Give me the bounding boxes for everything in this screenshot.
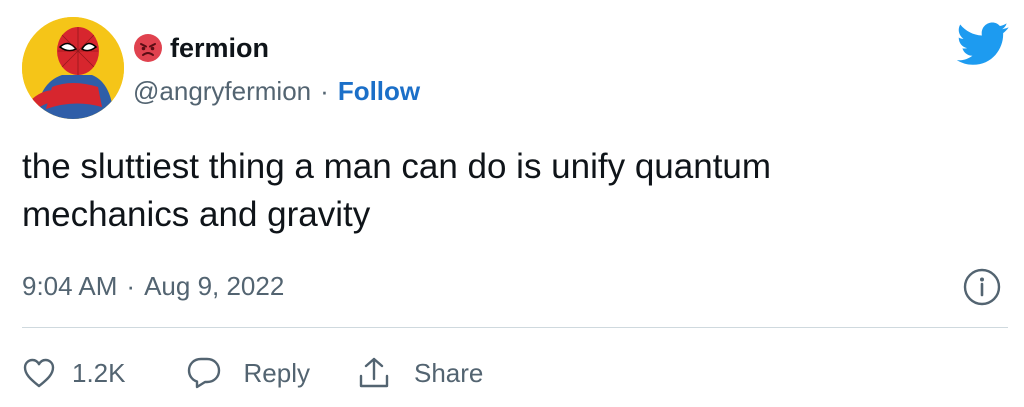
- handle-separator: ·: [320, 75, 329, 106]
- reply-bubble-icon: [187, 357, 220, 389]
- like-count: 1.2K: [72, 357, 126, 388]
- tweet-timestamp[interactable]: 9:04 AM · Aug 9, 2022: [22, 264, 284, 308]
- author-handle-row: @angryfermion · Follow: [133, 73, 420, 109]
- info-icon[interactable]: [962, 267, 1002, 307]
- tweet-time: 9:04 AM: [22, 270, 118, 301]
- angry-face-icon: [134, 34, 162, 62]
- heart-icon: [23, 358, 55, 388]
- avatar[interactable]: [22, 17, 124, 119]
- like-button[interactable]: 1.2K: [22, 357, 126, 389]
- author-name-row: fermion: [133, 30, 269, 66]
- tweet-text: the sluttiest thing a man can do is unif…: [22, 143, 982, 239]
- divider: [22, 327, 1008, 328]
- timestamp-separator: ·: [126, 270, 136, 301]
- author-display-name[interactable]: fermion: [170, 33, 269, 64]
- follow-button[interactable]: Follow: [338, 76, 420, 107]
- tweet-text-line: the sluttiest thing a man can do is unif…: [22, 147, 772, 186]
- reply-label: Reply: [243, 357, 310, 388]
- tweet-date: Aug 9, 2022: [144, 270, 285, 301]
- reply-button[interactable]: Reply: [186, 356, 310, 390]
- share-button[interactable]: Share: [358, 356, 483, 390]
- tweet-actions: 1.2K Reply Share: [22, 350, 483, 396]
- author-handle[interactable]: @angryfermion: [133, 76, 311, 107]
- twitter-logo-icon[interactable]: [957, 22, 1009, 66]
- share-label: Share: [413, 357, 484, 388]
- share-icon: [359, 357, 389, 388]
- tweet-text-line: mechanics and gravity: [22, 195, 371, 234]
